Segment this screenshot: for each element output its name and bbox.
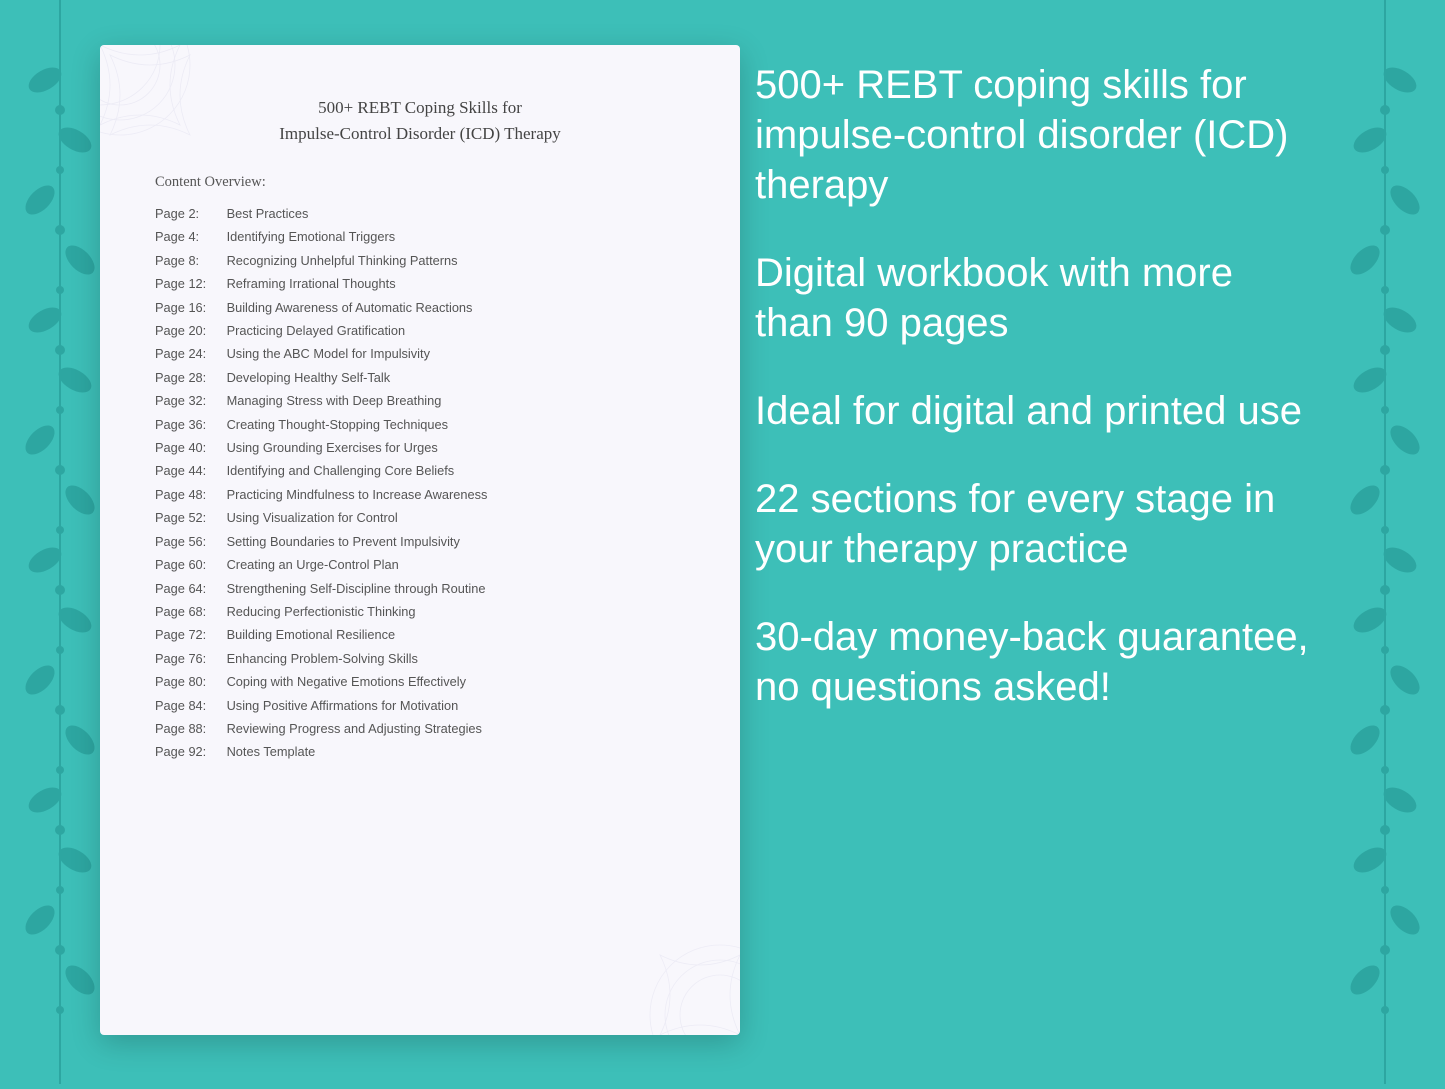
toc-title-4: Reframing Irrational Thoughts [227,276,396,291]
toc-page-2: Page 4: [155,228,223,246]
toc-title-13: Practicing Mindfulness to Increase Aware… [227,487,488,502]
toc-title-20: Enhancing Problem-Solving Skills [227,651,418,666]
toc-title-21: Coping with Negative Emotions Effectivel… [227,674,466,689]
right-panel: 500+ REBT coping skills for impulse-cont… [755,60,1315,750]
toc-title-16: Creating an Urge-Control Plan [227,557,399,572]
right-panel-bullet2: Digital workbook with more than 90 pages [755,248,1315,348]
toc-item-15: Page 56: Setting Boundaries to Prevent I… [155,533,685,551]
toc-title-1: Best Practices [227,206,309,221]
toc-page-23: Page 88: [155,720,223,738]
toc-page-11: Page 40: [155,439,223,457]
toc-page-20: Page 76: [155,650,223,668]
toc-title-7: Using the ABC Model for Impulsivity [227,346,430,361]
floral-decoration-right [1325,0,1445,1084]
toc-title-22: Using Positive Affirmations for Motivati… [227,698,459,713]
toc-item-21: Page 80: Coping with Negative Emotions E… [155,673,685,691]
right-panel-bullet1: 500+ REBT coping skills for impulse-cont… [755,60,1315,210]
toc-page-16: Page 60: [155,556,223,574]
toc-page-24: Page 92: [155,743,223,761]
toc-title-19: Building Emotional Resilience [227,627,396,642]
toc-item-12: Page 44: Identifying and Challenging Cor… [155,462,685,480]
toc-item-7: Page 24: Using the ABC Model for Impulsi… [155,345,685,363]
toc-page-7: Page 24: [155,345,223,363]
toc-page-3: Page 8: [155,252,223,270]
toc-title-10: Creating Thought-Stopping Techniques [227,417,449,432]
toc-title-2: Identifying Emotional Triggers [227,229,396,244]
toc-item-2: Page 4: Identifying Emotional Triggers [155,228,685,246]
toc-title-18: Reducing Perfectionistic Thinking [227,604,416,619]
toc-item-24: Page 92: Notes Template [155,743,685,761]
toc-title-6: Practicing Delayed Gratification [227,323,406,338]
toc-page-10: Page 36: [155,416,223,434]
toc-title-14: Using Visualization for Control [227,510,398,525]
toc-item-3: Page 8: Recognizing Unhelpful Thinking P… [155,252,685,270]
doc-corner-decoration-br [560,895,740,1035]
toc-item-10: Page 36: Creating Thought-Stopping Techn… [155,416,685,434]
toc-page-12: Page 44: [155,462,223,480]
toc-title-12: Identifying and Challenging Core Beliefs [227,463,455,478]
toc-item-5: Page 16: Building Awareness of Automatic… [155,299,685,317]
toc-item-20: Page 76: Enhancing Problem-Solving Skill… [155,650,685,668]
toc-item-13: Page 48: Practicing Mindfulness to Incre… [155,486,685,504]
toc-item-6: Page 20: Practicing Delayed Gratificatio… [155,322,685,340]
toc-page-18: Page 68: [155,603,223,621]
toc-page-4: Page 12: [155,275,223,293]
toc-item-8: Page 28: Developing Healthy Self-Talk [155,369,685,387]
table-of-contents: Page 2: Best Practices Page 4: Identifyi… [155,205,685,761]
toc-page-1: Page 2: [155,205,223,223]
right-panel-bullet3: Ideal for digital and printed use [755,386,1315,436]
toc-item-14: Page 52: Using Visualization for Control [155,509,685,527]
toc-title-11: Using Grounding Exercises for Urges [227,440,438,455]
toc-title-9: Managing Stress with Deep Breathing [227,393,442,408]
toc-title-23: Reviewing Progress and Adjusting Strateg… [227,721,482,736]
toc-title-24: Notes Template [227,744,316,759]
toc-page-8: Page 28: [155,369,223,387]
toc-title-5: Building Awareness of Automatic Reaction… [227,300,473,315]
toc-title-8: Developing Healthy Self-Talk [227,370,391,385]
toc-page-19: Page 72: [155,626,223,644]
toc-title-17: Strengthening Self-Discipline through Ro… [227,581,486,596]
right-panel-bullet4: 22 sections for every stage in your ther… [755,474,1315,574]
toc-item-16: Page 60: Creating an Urge-Control Plan [155,556,685,574]
toc-item-9: Page 32: Managing Stress with Deep Breat… [155,392,685,410]
doc-title-line1: 500+ REBT Coping Skills for [318,98,522,117]
toc-page-17: Page 64: [155,580,223,598]
toc-item-19: Page 72: Building Emotional Resilience [155,626,685,644]
toc-item-23: Page 88: Reviewing Progress and Adjustin… [155,720,685,738]
right-panel-bullet5: 30-day money-back guarantee, no question… [755,612,1315,712]
toc-item-11: Page 40: Using Grounding Exercises for U… [155,439,685,457]
toc-page-6: Page 20: [155,322,223,340]
toc-page-13: Page 48: [155,486,223,504]
toc-page-14: Page 52: [155,509,223,527]
toc-item-4: Page 12: Reframing Irrational Thoughts [155,275,685,293]
toc-page-9: Page 32: [155,392,223,410]
toc-page-5: Page 16: [155,299,223,317]
doc-corner-decoration-tl [100,45,280,185]
toc-page-21: Page 80: [155,673,223,691]
toc-item-22: Page 84: Using Positive Affirmations for… [155,697,685,715]
toc-item-18: Page 68: Reducing Perfectionistic Thinki… [155,603,685,621]
toc-title-15: Setting Boundaries to Prevent Impulsivit… [227,534,460,549]
toc-page-15: Page 56: [155,533,223,551]
toc-title-3: Recognizing Unhelpful Thinking Patterns [227,253,458,268]
document-card: 500+ REBT Coping Skills for Impulse-Cont… [100,45,740,1035]
toc-item-1: Page 2: Best Practices [155,205,685,223]
toc-item-17: Page 64: Strengthening Self-Discipline t… [155,580,685,598]
toc-page-22: Page 84: [155,697,223,715]
doc-title-line2: Impulse-Control Disorder (ICD) Therapy [279,124,561,143]
